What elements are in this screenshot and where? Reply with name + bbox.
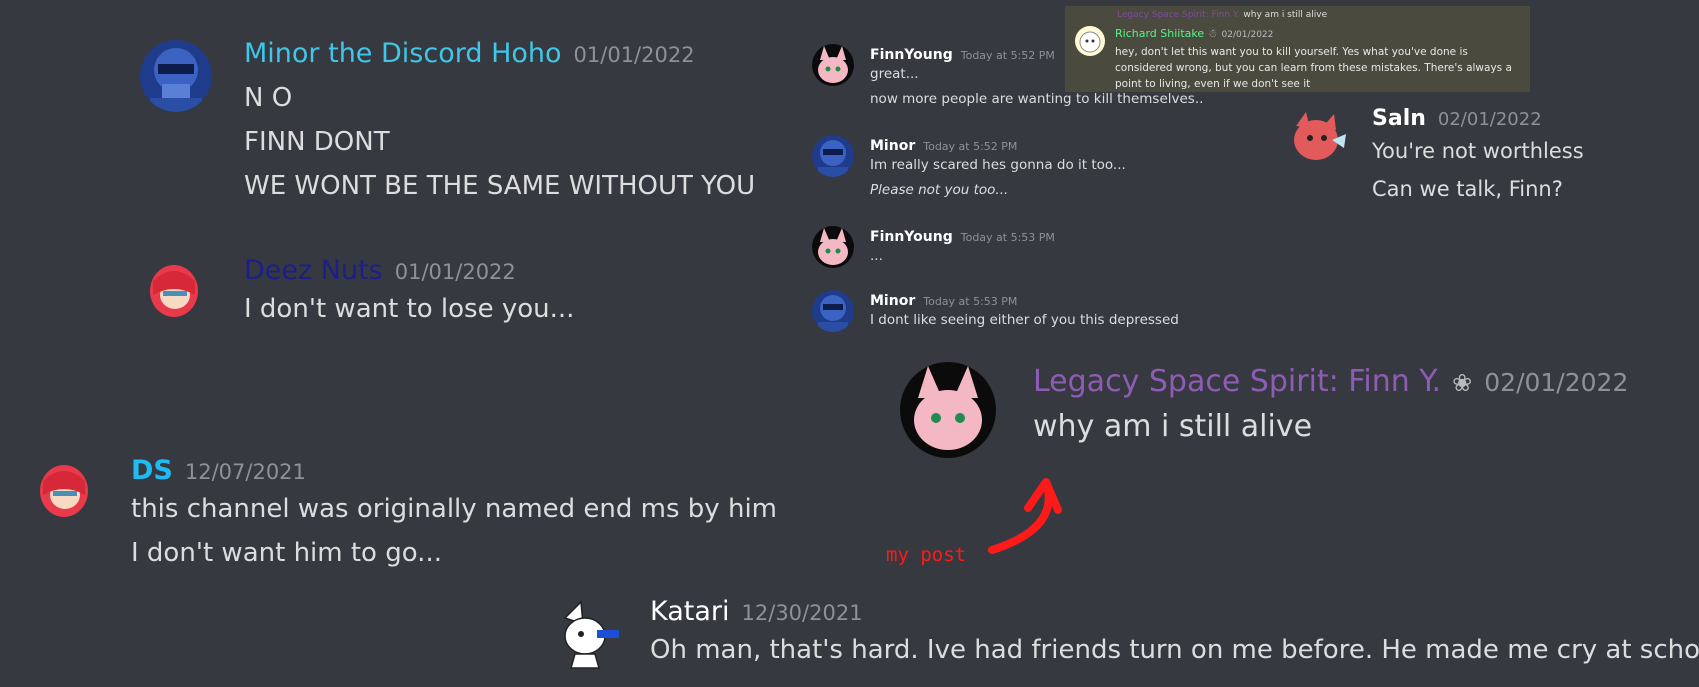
pink-bunny-avatar[interactable] — [812, 226, 854, 268]
blue-robot-avatar[interactable] — [140, 40, 212, 112]
reply-message-box: Legacy Space Spirit: Finn Y. why am i sti… — [1065, 6, 1530, 92]
author-name[interactable]: Saln — [1372, 106, 1426, 131]
message-text: Can we talk, Finn? — [1372, 177, 1563, 201]
pink-bunny-avatar[interactable] — [812, 44, 854, 86]
message-text: this channel was originally named end ms… — [131, 494, 777, 524]
message-text: I don't want to lose you... — [244, 294, 575, 324]
timestamp: Today at 5:53 PM — [923, 295, 1018, 308]
author-name[interactable]: FinnYoung — [870, 229, 953, 245]
timestamp: 01/01/2022 — [394, 260, 516, 284]
author-name[interactable]: Legacy Space Spirit: Finn Y. — [1033, 364, 1441, 399]
author-name[interactable]: DS — [131, 455, 173, 486]
reply-reference[interactable]: Legacy Space Spirit: Finn Y. why am i sti… — [1117, 10, 1327, 20]
reply-ref-author[interactable]: Legacy Space Spirit: Finn Y. — [1117, 10, 1239, 20]
timestamp: Today at 5:52 PM — [960, 49, 1055, 62]
message-text: now more people are wanting to kill them… — [870, 91, 1204, 107]
pink-bunny-avatar[interactable] — [900, 362, 996, 458]
timestamp: 02/01/2022 — [1484, 368, 1629, 397]
message-text: Please not you too... — [870, 182, 1009, 198]
badge-icon: ☃ — [1207, 27, 1218, 40]
author-name[interactable]: Katari — [650, 596, 730, 627]
author-name[interactable]: Richard Shiitake — [1115, 27, 1204, 40]
my-post-label: my post — [886, 544, 967, 566]
message-text: I dont like seeing either of you this de… — [870, 312, 1179, 328]
message-text: You're not worthless — [1372, 139, 1584, 163]
red-haired-girl-avatar[interactable] — [35, 461, 93, 519]
green-creature-avatar[interactable] — [1075, 26, 1105, 56]
timestamp: 12/07/2021 — [184, 460, 306, 484]
author-name[interactable]: Deez Nuts — [244, 255, 383, 286]
message-text: N O — [244, 83, 293, 113]
timestamp: 02/01/2022 — [1221, 30, 1274, 40]
reply-ref-text: why am i still alive — [1243, 10, 1328, 20]
white-creature-avatar[interactable] — [555, 598, 623, 670]
spirit-badge-icon: ❀ — [1452, 369, 1473, 397]
timestamp: Today at 5:53 PM — [960, 231, 1055, 244]
author-name[interactable]: Minor — [870, 293, 915, 309]
author-name[interactable]: FinnYoung — [870, 47, 953, 63]
blue-robot-avatar[interactable] — [812, 135, 854, 177]
timestamp: 01/01/2022 — [573, 43, 695, 67]
message-text: hey, don't let this want you to kill you… — [1115, 46, 1512, 90]
message-text: I don't want him to go... — [131, 538, 442, 568]
timestamp: 02/01/2022 — [1437, 109, 1542, 130]
message-text: why am i still alive — [1033, 409, 1313, 444]
timestamp: Today at 5:52 PM — [923, 140, 1018, 153]
message-text: Oh man, that's hard. Ive had friends tur… — [650, 635, 1699, 665]
author-name[interactable]: Minor the Discord Hoho — [244, 38, 562, 69]
message-text: WE WONT BE THE SAME WITHOUT YOU — [244, 171, 756, 201]
author-name[interactable]: Minor — [870, 138, 915, 154]
timestamp: 12/30/2021 — [741, 601, 863, 625]
red-haired-girl-avatar[interactable] — [145, 261, 203, 319]
message-text: Im really scared hes gonna do it too... — [870, 157, 1126, 173]
message-text: ... — [870, 248, 883, 264]
red-creature-avatar[interactable] — [1288, 108, 1348, 168]
blue-robot-avatar[interactable] — [812, 290, 854, 332]
message-text: FINN DONT — [244, 127, 390, 157]
